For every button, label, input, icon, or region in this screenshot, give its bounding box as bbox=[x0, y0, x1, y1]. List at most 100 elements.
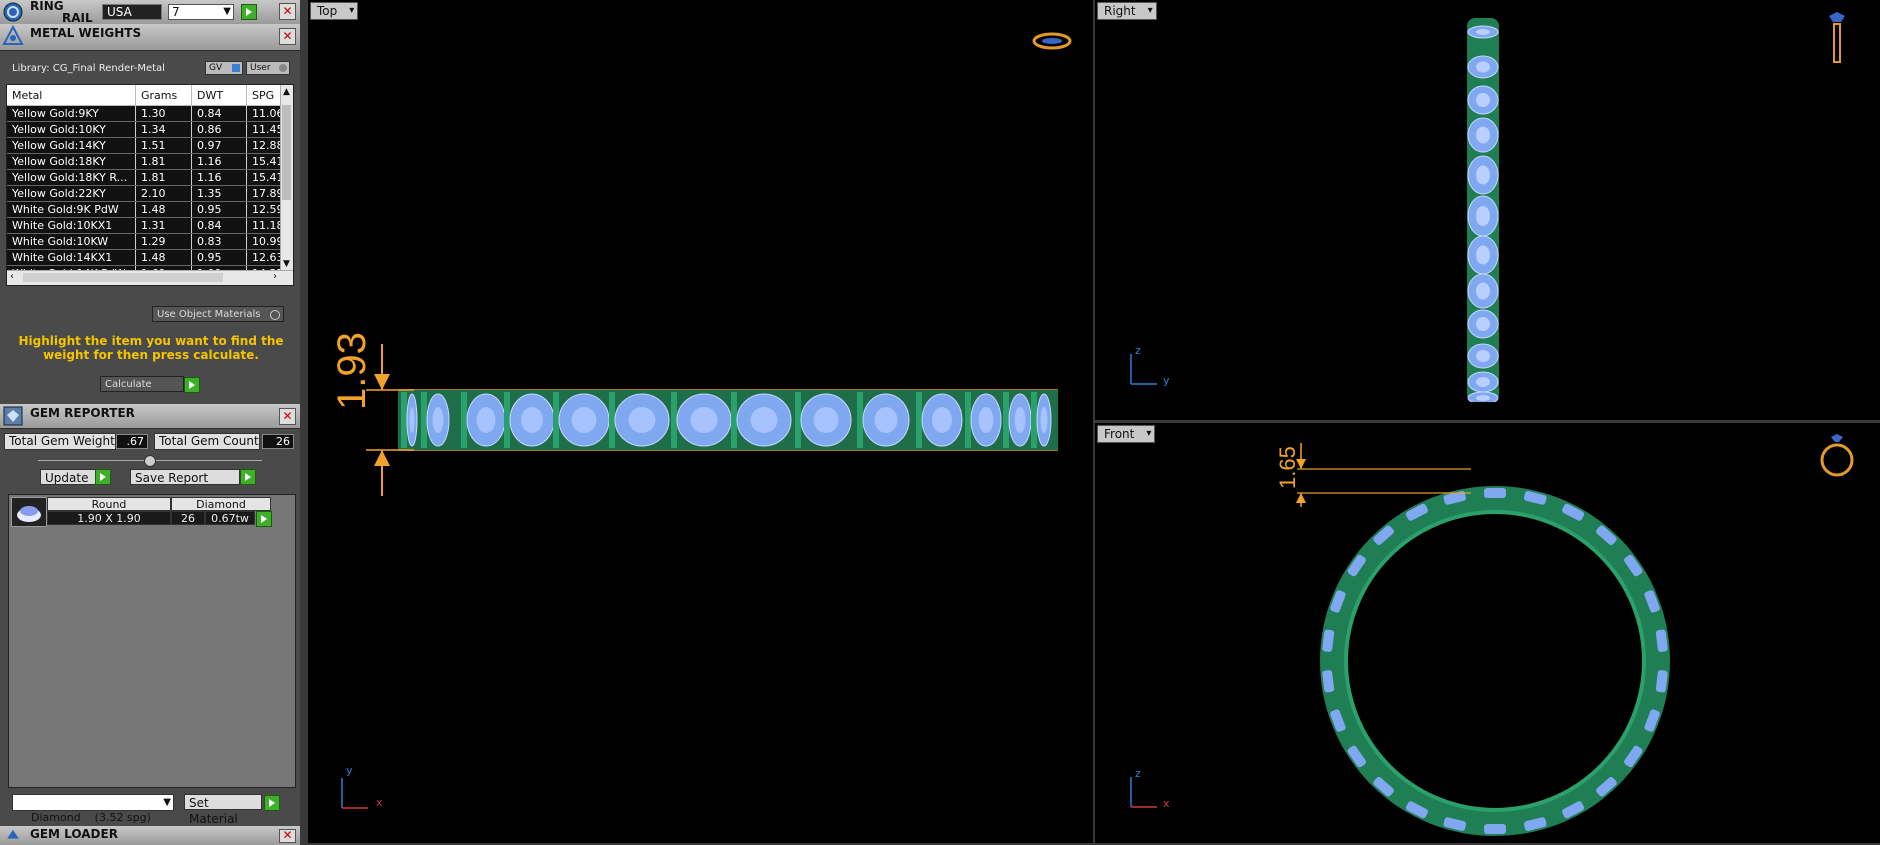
gem-stone bbox=[1467, 85, 1499, 115]
table-row[interactable]: White Gold:10KW 1.29 0.83 10.99 bbox=[7, 233, 293, 250]
set-material-label[interactable]: Set Material bbox=[184, 794, 262, 826]
gem-list[interactable]: Round Diamond 1.90 X 1.90 26 0.67tw bbox=[8, 494, 296, 788]
column-dwt[interactable]: DWT bbox=[191, 85, 247, 106]
table-horizontal-scrollbar[interactable]: ‹ › bbox=[7, 270, 293, 285]
grams-cell: 1.29 bbox=[135, 233, 192, 250]
update-label[interactable]: Update bbox=[40, 469, 96, 485]
table-row[interactable]: White Gold:9K PdW 1.48 0.95 12.59 bbox=[7, 201, 293, 218]
calculate-button[interactable] bbox=[184, 377, 200, 393]
dimension-1-93: 1.93 bbox=[330, 332, 374, 410]
gem-stone bbox=[1467, 55, 1499, 79]
gem-loader-title: GEM LOADER bbox=[30, 827, 118, 841]
front-view-label[interactable]: Front bbox=[1097, 425, 1156, 443]
grams-cell: 1.31 bbox=[135, 217, 192, 234]
table-row[interactable]: Yellow Gold:9KY 1.30 0.84 11.06 bbox=[7, 105, 293, 122]
dwt-cell: 0.97 bbox=[191, 137, 247, 154]
gem-stone bbox=[1467, 273, 1499, 309]
top-viewport[interactable]: Top 1.93 y x bbox=[308, 0, 1093, 843]
update-button[interactable] bbox=[95, 469, 111, 485]
column-metal[interactable]: Metal bbox=[7, 85, 136, 106]
table-row[interactable]: Yellow Gold:10KY 1.34 0.86 11.45 bbox=[7, 121, 293, 138]
calculate-label[interactable]: Calculate bbox=[100, 376, 184, 392]
metal-weights-body: Yellow Gold:9KY 1.30 0.84 11.06 Yellow Gold:… bbox=[7, 105, 293, 282]
total-gem-count-label: Total Gem Count bbox=[154, 433, 260, 450]
save-report-button[interactable] bbox=[240, 469, 256, 485]
gem-reporter-close-icon[interactable]: ✕ bbox=[279, 408, 296, 425]
country-field[interactable]: USA bbox=[102, 4, 162, 20]
dwt-cell: 1.16 bbox=[191, 153, 247, 170]
dwt-cell: 0.84 bbox=[191, 105, 247, 122]
metal-weights-icon bbox=[2, 25, 24, 45]
ring-orientation-front-icon bbox=[1820, 434, 1854, 477]
user-toggle[interactable]: User bbox=[246, 61, 290, 75]
scroll-up-icon[interactable]: ▲ bbox=[283, 87, 290, 97]
gem-loader-icon bbox=[7, 829, 19, 839]
band-right-view[interactable] bbox=[1463, 18, 1503, 402]
band-top-view[interactable] bbox=[398, 380, 1078, 460]
right-view-label[interactable]: Right bbox=[1097, 2, 1157, 20]
material-select[interactable]: Diamond (3.52 spg) ▼ bbox=[12, 794, 174, 824]
gem-count: 26 bbox=[171, 511, 205, 525]
use-object-materials-label: Use Object Materials bbox=[157, 309, 261, 320]
table-row[interactable]: White Gold:14KX1 1.48 0.95 12.63 bbox=[7, 249, 293, 266]
gem-thumbnail[interactable] bbox=[11, 497, 47, 527]
gem-reporter-icon bbox=[3, 406, 23, 426]
scroll-thumb[interactable] bbox=[282, 105, 291, 200]
right-viewport[interactable]: Right z y bbox=[1095, 0, 1880, 420]
column-grams[interactable]: Grams bbox=[135, 85, 192, 106]
left-panel: RING RAIL USA 7 ▼ ✕ METAL WEIGHTS ✕ Libr… bbox=[0, 0, 300, 845]
grams-cell: 1.30 bbox=[135, 105, 192, 122]
table-row[interactable]: Yellow Gold:18KY R... 1.81 1.16 15.41 bbox=[7, 169, 293, 186]
axis-label-x: x bbox=[1163, 797, 1170, 810]
ring-rail-title-1: RING bbox=[30, 0, 64, 13]
metal-name-cell: White Gold:9K PdW bbox=[7, 201, 136, 218]
gem-stone bbox=[965, 392, 1002, 448]
scroll-left-icon[interactable]: ‹ bbox=[10, 271, 14, 282]
gem-weight: 0.67tw bbox=[205, 511, 255, 525]
save-report-label[interactable]: Save Report bbox=[130, 469, 240, 485]
radio-icon bbox=[270, 310, 280, 320]
total-gem-weight-value: .67 bbox=[116, 434, 148, 449]
chevron-down-icon[interactable]: ▼ bbox=[223, 5, 231, 19]
grams-cell: 1.81 bbox=[135, 153, 192, 170]
axis-label-z: z bbox=[1135, 767, 1141, 780]
chevron-down-icon[interactable]: ▼ bbox=[163, 795, 171, 810]
gem-row-go-button[interactable] bbox=[256, 511, 272, 527]
instruction-text: Highlight the item you want to find the … bbox=[18, 334, 284, 362]
scroll-down-icon[interactable]: ▼ bbox=[283, 259, 290, 269]
ring-size-select[interactable]: 7 ▼ bbox=[168, 4, 234, 20]
table-vertical-scrollbar[interactable]: ▲ ▼ bbox=[280, 85, 293, 271]
metal-weights-table[interactable]: Metal Grams DWT SPG Yellow Gold:9KY 1.30 0… bbox=[6, 84, 294, 286]
material-select-value: Diamond (3.52 spg) bbox=[31, 811, 151, 824]
ring-rail-close-icon[interactable]: ✕ bbox=[279, 3, 296, 20]
h-scroll-thumb[interactable] bbox=[23, 273, 223, 282]
band-front-view[interactable] bbox=[1305, 458, 1685, 843]
gv-toggle[interactable]: GV bbox=[205, 61, 243, 75]
gem-stone bbox=[1467, 195, 1499, 237]
ring-rail-go-button[interactable] bbox=[241, 4, 257, 20]
axis-label-y: y bbox=[1163, 374, 1170, 387]
axis-label-x: x bbox=[376, 796, 383, 809]
use-object-materials-toggle[interactable]: Use Object Materials bbox=[152, 306, 284, 322]
splitter-handle[interactable] bbox=[144, 455, 156, 467]
metal-weights-close-icon[interactable]: ✕ bbox=[279, 28, 296, 45]
table-row[interactable]: Yellow Gold:22KY 2.10 1.35 17.89 bbox=[7, 185, 293, 202]
metal-name-cell: Yellow Gold:14KY bbox=[7, 137, 136, 154]
table-row[interactable]: Yellow Gold:14KY 1.51 0.97 12.88 bbox=[7, 137, 293, 154]
metal-name-cell: Yellow Gold:18KY bbox=[7, 153, 136, 170]
dwt-cell: 0.95 bbox=[191, 249, 247, 266]
front-viewport[interactable]: Front 1.65 z x bbox=[1095, 423, 1880, 843]
metal-name-cell: Yellow Gold:9KY bbox=[7, 105, 136, 122]
grams-cell: 2.10 bbox=[135, 185, 192, 202]
top-view-label[interactable]: Top bbox=[310, 2, 359, 20]
gem-stone bbox=[421, 392, 450, 448]
set-material-button[interactable] bbox=[264, 795, 280, 811]
ring-rail-title-2: RAIL bbox=[62, 11, 93, 25]
gem-loader-close-icon[interactable]: ✕ bbox=[279, 829, 296, 843]
gem-reporter-titlebar: GEM REPORTER ✕ bbox=[0, 404, 300, 429]
table-row[interactable]: White Gold:10KX1 1.31 0.84 11.18 bbox=[7, 217, 293, 234]
table-row[interactable]: Yellow Gold:18KY 1.81 1.16 15.41 bbox=[7, 153, 293, 170]
grams-cell: 1.51 bbox=[135, 137, 192, 154]
gem-stone bbox=[1467, 235, 1499, 275]
scroll-right-icon[interactable]: › bbox=[273, 271, 277, 282]
